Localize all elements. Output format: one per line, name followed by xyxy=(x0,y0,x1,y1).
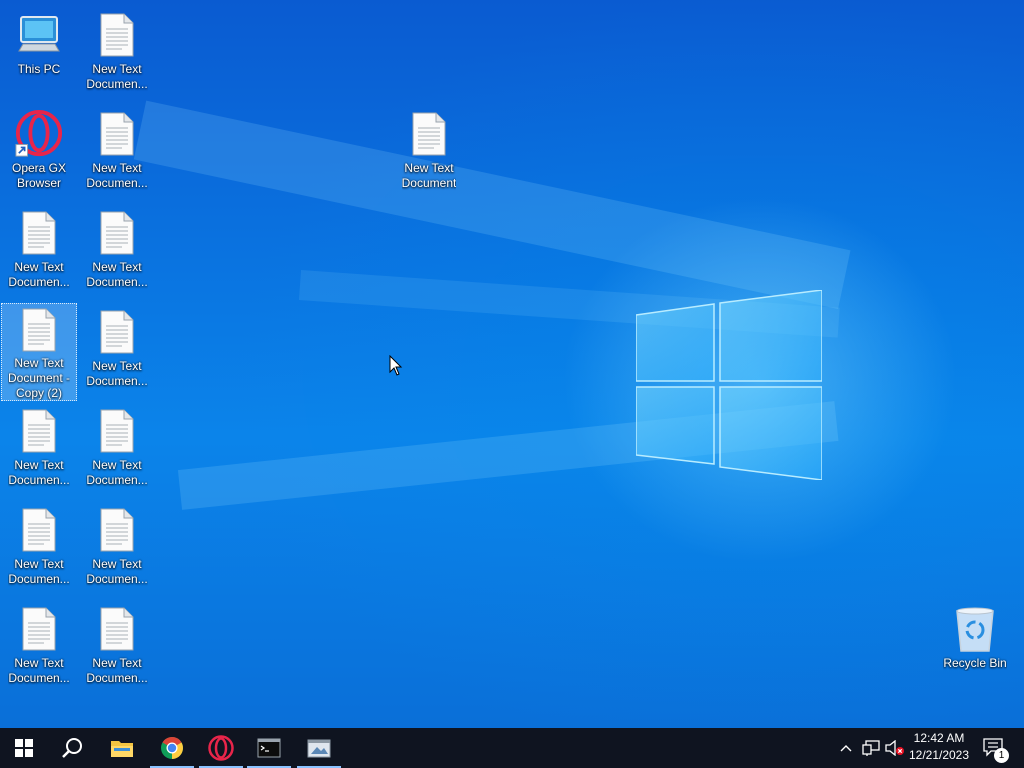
app-window-icon xyxy=(307,739,331,758)
text-document-icon xyxy=(93,505,141,555)
desktop-icon-label: New Text Documen... xyxy=(8,557,70,586)
search-icon xyxy=(62,738,82,758)
desktop-icon-label: New Text Documen... xyxy=(8,458,70,487)
search-button[interactable] xyxy=(48,728,96,768)
volume-button[interactable] xyxy=(884,728,906,768)
desktop-icon-label: This PC xyxy=(17,62,61,76)
this-pc-icon xyxy=(15,10,63,60)
text-document-icon xyxy=(405,109,453,159)
text-document-desktop-icon[interactable]: New Text Documen... xyxy=(79,107,155,191)
text-document-desktop-icon[interactable]: New Text Documen... xyxy=(79,404,155,488)
text-document-icon xyxy=(93,10,141,60)
text-document-desktop-icon[interactable]: New Text Documen... xyxy=(79,305,155,389)
desktop-icon-label: Recycle Bin xyxy=(943,656,1007,670)
text-document-desktop-icon[interactable]: New Text Documen... xyxy=(1,404,77,488)
text-document-icon xyxy=(93,406,141,456)
desktop-icon-label: New Text Documen... xyxy=(8,260,70,289)
text-document-desktop-icon[interactable]: New Text Documen... xyxy=(1,206,77,290)
text-document-desktop-icon[interactable]: New Text Documen... xyxy=(79,8,155,92)
chrome-icon xyxy=(161,737,183,759)
text-document-desktop-icon[interactable]: New Text Documen... xyxy=(1,503,77,587)
opera-gx-desktop-icon[interactable]: Opera GX Browser xyxy=(1,107,77,191)
network-icon xyxy=(862,740,880,756)
desktop-icon-label: New Text Documen... xyxy=(8,656,70,685)
text-document-icon xyxy=(93,307,141,357)
clock-date: 12/21/2023 xyxy=(908,748,970,762)
clock[interactable]: 12:42 AM 12/21/2023 xyxy=(904,730,974,766)
notification-badge: 1 xyxy=(994,748,1009,763)
text-document-icon xyxy=(93,208,141,258)
this-pc-desktop-icon[interactable]: This PC xyxy=(1,8,77,77)
action-center-button[interactable]: 1 xyxy=(978,728,1010,768)
terminal-button[interactable] xyxy=(245,728,293,768)
file-explorer-button[interactable] xyxy=(98,728,146,768)
folder-icon xyxy=(111,741,133,757)
clock-time: 12:42 AM xyxy=(913,731,965,745)
text-document-icon xyxy=(15,505,63,555)
recycle-bin-desktop-icon[interactable]: Recycle Bin xyxy=(937,602,1013,671)
desktop-icon-label: New Text Document - Copy (2) xyxy=(7,356,71,400)
desktop-icon-label: New Text Documen... xyxy=(86,161,148,190)
text-document-icon xyxy=(15,406,63,456)
app-button[interactable] xyxy=(295,728,343,768)
chrome-button[interactable] xyxy=(148,728,196,768)
desktop[interactable]: This PC New Text Documen... Opera GX Bro… xyxy=(0,0,1024,728)
mouse-cursor-icon xyxy=(389,355,403,376)
taskbar: 12:42 AM 12/21/2023 1 xyxy=(0,728,1024,768)
desktop-icon-label: New Text Document xyxy=(401,161,457,190)
text-document-desktop-icon[interactable]: New Text Documen... xyxy=(79,206,155,290)
windows-logo-wallpaper xyxy=(636,290,822,480)
desktop-icon-label: New Text Documen... xyxy=(86,62,148,91)
text-document-icon xyxy=(93,109,141,159)
text-document-icon xyxy=(93,604,141,654)
desktop-icon-label: New Text Documen... xyxy=(86,458,148,487)
desktop-icon-label: Opera GX Browser xyxy=(11,161,67,190)
text-document-icon xyxy=(15,306,63,354)
text-document-desktop-icon[interactable]: New Text Documen... xyxy=(79,602,155,686)
chevron-up-icon xyxy=(840,745,852,752)
text-document-desktop-icon[interactable]: New Text Documen... xyxy=(79,503,155,587)
show-hidden-icons-button[interactable] xyxy=(836,728,856,768)
recycle-bin-icon xyxy=(951,604,999,654)
desktop-icon-label: New Text Documen... xyxy=(86,260,148,289)
windows-start-icon xyxy=(15,739,33,757)
desktop-icon-label: New Text Documen... xyxy=(86,656,148,685)
terminal-icon xyxy=(257,738,281,758)
text-document-icon xyxy=(15,604,63,654)
text-document-desktop-icon[interactable]: New Text Documen... xyxy=(1,602,77,686)
volume-muted-icon xyxy=(885,740,904,756)
text-document-icon xyxy=(15,208,63,258)
desktop-icon-label: New Text Documen... xyxy=(86,557,148,586)
opera-gx-icon xyxy=(15,109,63,159)
desktop-icon-label: New Text Documen... xyxy=(86,359,148,388)
text-document-desktop-icon-selected[interactable]: New Text Document - Copy (2) xyxy=(1,303,77,401)
text-document-desktop-icon[interactable]: New Text Document xyxy=(391,107,467,191)
opera-icon xyxy=(208,735,234,761)
network-button[interactable] xyxy=(860,728,882,768)
opera-button[interactable] xyxy=(197,728,245,768)
start-button[interactable] xyxy=(0,728,48,768)
